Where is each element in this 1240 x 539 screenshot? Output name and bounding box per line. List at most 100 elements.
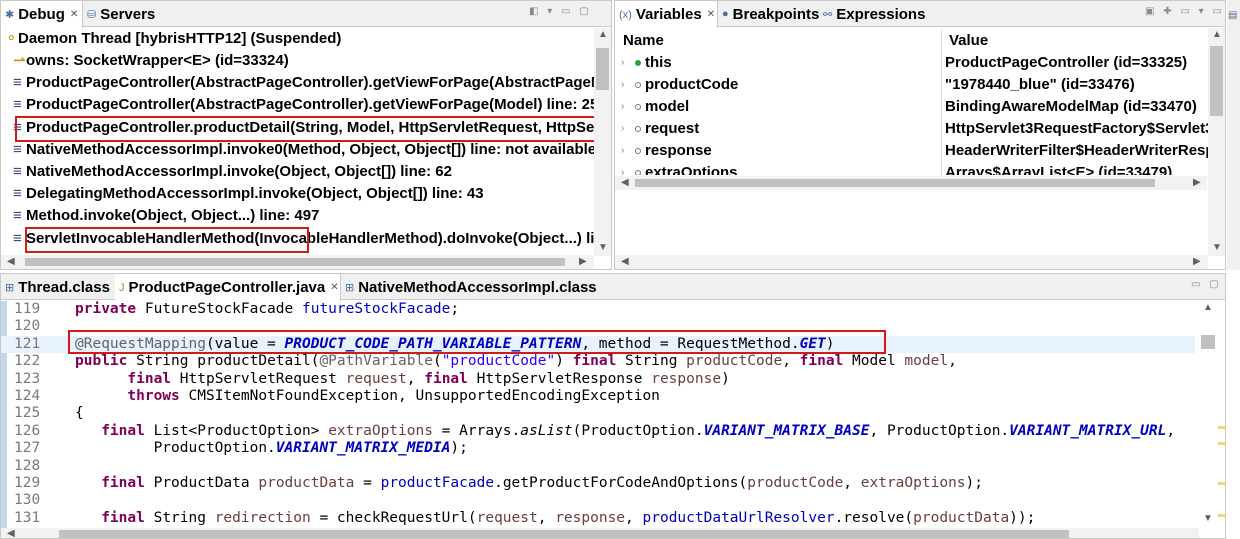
tree-item-owns[interactable]: ⇀owns: SocketWrapper<E> (id=33324) xyxy=(13,50,289,72)
editor-vertical-scrollbar[interactable]: ▲ ▼ xyxy=(1199,301,1217,526)
code-line[interactable]: 127 ProductOption.VARIANT_MATRIX_MEDIA); xyxy=(1,440,1195,457)
outline-icon[interactable]: ▤ xyxy=(1228,10,1237,21)
code-text[interactable]: final ProductData productData = productF… xyxy=(75,475,983,492)
tab-productpagecontroller-java[interactable]: J ProductPageController.java ✕ xyxy=(115,274,341,301)
variable-row[interactable]: › this ProductPageController (id=33325) xyxy=(615,52,1207,74)
overview-ruler-marker[interactable] xyxy=(1218,442,1225,445)
code-line[interactable]: 123 final HttpServletRequest request, fi… xyxy=(1,371,1195,388)
variables-table-horizontal-scrollbar[interactable]: ◀ ▶ xyxy=(615,176,1207,190)
scroll-left-arrow-icon[interactable]: ◀ xyxy=(7,528,15,538)
stack-frame-icon: ≡ xyxy=(13,96,22,113)
variables-vertical-scrollbar[interactable]: ▲ ▼ xyxy=(1208,28,1225,256)
tree-item-thread[interactable]: ⚬Daemon Thread [hybrisHTTP12] (Suspended… xyxy=(5,28,341,50)
code-line[interactable]: 128 xyxy=(1,458,1195,475)
scroll-up-arrow-icon[interactable]: ▲ xyxy=(598,29,608,40)
code-text[interactable]: { xyxy=(75,405,84,422)
code-text[interactable]: public String productDetail(@PathVariabl… xyxy=(75,353,957,370)
stack-frame[interactable]: ≡ DelegatingMethodAccessorImpl.invoke(Obj… xyxy=(13,183,484,205)
variable-row[interactable]: › request HttpServlet3RequestFactory$Ser… xyxy=(615,118,1213,140)
stack-frame[interactable]: ≡ NativeMethodAccessorImpl.invoke(Object,… xyxy=(13,161,452,183)
debug-vertical-scrollbar[interactable]: ▲ ▼ xyxy=(594,28,611,256)
scroll-right-arrow-icon[interactable]: ▶ xyxy=(1193,256,1201,267)
overview-ruler-marker[interactable] xyxy=(1218,514,1225,517)
line-number: 121 xyxy=(14,335,41,352)
stack-frame[interactable]: ≡ NativeMethodAccessorImpl.invoke0(Method… xyxy=(13,139,596,161)
code-text[interactable]: private FutureStockFacade futureStockFac… xyxy=(75,301,459,318)
close-icon[interactable]: ✕ xyxy=(70,9,78,20)
overview-ruler-marker[interactable] xyxy=(1218,482,1225,485)
chevron-right-icon[interactable]: › xyxy=(621,74,624,96)
scroll-down-arrow-icon[interactable]: ▼ xyxy=(1212,242,1222,253)
stack-frame-icon: ≡ xyxy=(13,207,22,224)
variable-row[interactable]: › extraOptions Arrays$ArrayList<E> (id=3… xyxy=(615,162,1207,175)
code-text[interactable]: throws CMSItemNotFoundException, Unsuppo… xyxy=(75,388,660,405)
scroll-right-arrow-icon[interactable]: ▶ xyxy=(579,256,587,267)
close-icon[interactable]: ✕ xyxy=(330,282,338,293)
highlight-request-mapping xyxy=(68,330,886,354)
variable-row[interactable]: › productCode "1978440_blue" (id=33476) xyxy=(615,74,1207,96)
tab-breakpoints[interactable]: ● Breakpoints xyxy=(718,1,823,27)
editor-horizontal-scrollbar[interactable]: ◀ xyxy=(1,528,1199,538)
scroll-thumb[interactable] xyxy=(596,48,609,90)
column-header-name[interactable]: Name xyxy=(623,30,664,52)
code-line[interactable]: 130 xyxy=(1,492,1195,509)
tab-thread-class[interactable]: ⊞ Thread.class xyxy=(1,274,114,300)
chevron-right-icon[interactable]: › xyxy=(621,52,624,74)
code-line[interactable]: 126 final List<ProductOption> extraOptio… xyxy=(1,423,1195,440)
tab-expressions-label: Expressions xyxy=(836,5,926,23)
scroll-left-arrow-icon[interactable]: ◀ xyxy=(7,256,15,267)
scroll-up-arrow-icon[interactable]: ▲ xyxy=(1212,29,1222,40)
code-text[interactable]: final List<ProductOption> extraOptions =… xyxy=(75,423,1175,440)
code-line[interactable]: 129 final ProductData productData = prod… xyxy=(1,475,1195,492)
tab-debug[interactable]: ✱ Debug ✕ xyxy=(1,1,83,28)
tab-variables[interactable]: (x) Variables ✕ xyxy=(615,1,718,28)
code-line[interactable]: 125 { xyxy=(1,405,1195,422)
stack-frame[interactable]: ≡ ProductPageController(AbstractPageContr… xyxy=(13,94,607,116)
close-icon[interactable]: ✕ xyxy=(707,9,715,20)
chevron-right-icon[interactable]: › xyxy=(621,118,624,140)
java-file-icon: J xyxy=(119,281,125,294)
thread-icon: ⚬ xyxy=(5,30,18,47)
overview-ruler-marker[interactable] xyxy=(1218,426,1225,429)
scroll-left-arrow-icon[interactable]: ◀ xyxy=(621,256,629,267)
code-line[interactable]: 122 public String productDetail(@PathVari… xyxy=(1,353,1195,370)
line-number: 124 xyxy=(14,387,41,404)
chevron-right-icon[interactable]: › xyxy=(621,140,624,162)
scroll-up-arrow-icon[interactable]: ▲ xyxy=(1203,302,1213,313)
code-line[interactable]: 124 throws CMSItemNotFoundException, Uns… xyxy=(1,388,1195,405)
scroll-thumb[interactable] xyxy=(635,179,1155,187)
scroll-down-arrow-icon[interactable]: ▼ xyxy=(1203,513,1213,524)
debug-toolbar-icons[interactable]: ◧ ▾ ▭ ▢ xyxy=(529,6,592,17)
code-line[interactable]: 119 private FutureStockFacade futureStock… xyxy=(1,301,1195,318)
stack-frame[interactable]: ≡ Method.invoke(Object, Object...) line: … xyxy=(13,205,319,227)
code-text[interactable]: final HttpServletRequest request, final … xyxy=(75,371,729,388)
tab-servers[interactable]: ⛁ Servers xyxy=(83,1,159,27)
variable-row[interactable]: › response HeaderWriterFilter$HeaderWrit… xyxy=(615,140,1215,162)
code-line[interactable]: 131 final String redirection = checkRequ… xyxy=(1,510,1195,527)
code-text[interactable]: ProductOption.VARIANT_MATRIX_MEDIA); xyxy=(75,440,468,457)
debug-horizontal-scrollbar[interactable]: ◀ ▶ xyxy=(1,255,594,269)
line-number: 126 xyxy=(14,422,41,439)
scroll-thumb[interactable] xyxy=(25,258,565,266)
tab-nativemethodaccessorimpl-class[interactable]: ⊞ NativeMethodAccessorImpl.class xyxy=(341,274,601,300)
column-header-value[interactable]: Value xyxy=(949,30,988,52)
scroll-left-arrow-icon[interactable]: ◀ xyxy=(621,177,629,188)
scroll-thumb[interactable] xyxy=(1210,46,1223,116)
scroll-thumb[interactable] xyxy=(59,530,1069,538)
editor-toolbar-icons[interactable]: ▭ ▢ xyxy=(1191,279,1222,290)
line-number: 123 xyxy=(14,370,41,387)
code-text[interactable]: final String redirection = checkRequestU… xyxy=(75,510,1035,527)
scroll-right-arrow-icon[interactable]: ▶ xyxy=(1193,177,1201,188)
chevron-right-icon[interactable]: › xyxy=(621,96,624,118)
chevron-right-icon[interactable]: › xyxy=(621,162,624,175)
tab-expressions[interactable]: ⚯ Expressions xyxy=(819,1,929,27)
variable-row[interactable]: › model BindingAwareModelMap (id=33470) xyxy=(615,96,1207,118)
variables-toolbar-icons[interactable]: ▣ ✚ ▭ ▾ ▭ xyxy=(1145,6,1225,17)
tab-servers-label: Servers xyxy=(100,5,156,23)
stack-frame[interactable]: ≡ ProductPageController(AbstractPageContr… xyxy=(13,72,611,94)
line-number: 120 xyxy=(14,318,41,335)
local-variable-icon xyxy=(635,170,641,175)
scroll-down-arrow-icon[interactable]: ▼ xyxy=(598,242,608,253)
variables-detail-horizontal-scrollbar[interactable]: ◀ ▶ xyxy=(615,255,1208,269)
scroll-thumb[interactable] xyxy=(1201,335,1215,349)
